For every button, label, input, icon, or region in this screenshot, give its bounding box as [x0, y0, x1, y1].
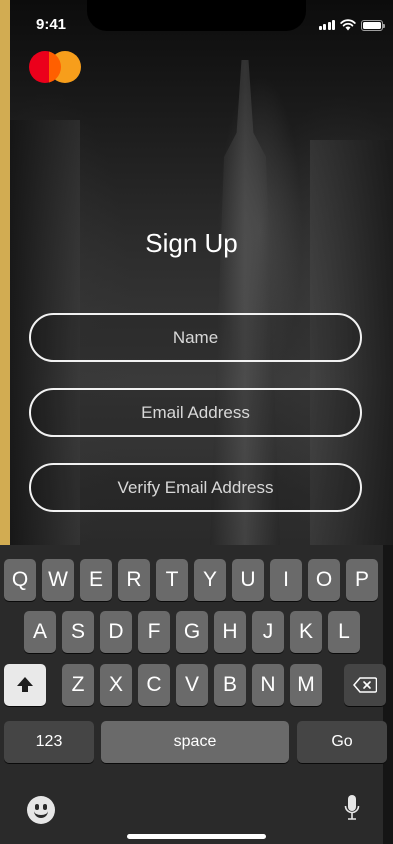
- home-indicator[interactable]: [127, 834, 266, 839]
- key-t[interactable]: T: [156, 559, 188, 601]
- name-field[interactable]: Name: [29, 313, 362, 362]
- key-l[interactable]: L: [328, 611, 360, 653]
- key-s[interactable]: S: [62, 611, 94, 653]
- key-j[interactable]: J: [252, 611, 284, 653]
- key-k[interactable]: K: [290, 611, 322, 653]
- battery-icon: [361, 19, 385, 31]
- email-field[interactable]: Email Address: [29, 388, 362, 437]
- key-x[interactable]: X: [100, 664, 132, 706]
- mastercard-logo: [29, 51, 81, 83]
- key-h[interactable]: H: [214, 611, 246, 653]
- keyboard: Q W E R T Y U I O P A S D F G H J K L Z …: [0, 545, 387, 844]
- key-q[interactable]: Q: [4, 559, 36, 601]
- page-title: Sign Up: [145, 228, 238, 258]
- shift-key[interactable]: [4, 664, 46, 706]
- signal-icon: [318, 20, 335, 30]
- key-p[interactable]: P: [346, 559, 378, 601]
- backspace-key[interactable]: [344, 664, 386, 706]
- verify-email-field[interactable]: Verify Email Address: [29, 463, 362, 512]
- key-g[interactable]: G: [176, 611, 208, 653]
- status-icons: [318, 19, 385, 31]
- key-c[interactable]: C: [138, 664, 170, 706]
- key-n[interactable]: N: [252, 664, 284, 706]
- key-r[interactable]: R: [118, 559, 150, 601]
- key-b[interactable]: B: [214, 664, 246, 706]
- space-key[interactable]: space: [101, 721, 289, 763]
- key-o[interactable]: O: [308, 559, 340, 601]
- microphone-icon[interactable]: [344, 794, 360, 824]
- key-u[interactable]: U: [232, 559, 264, 601]
- backspace-icon: [353, 677, 378, 693]
- notch: [87, 0, 306, 31]
- key-w[interactable]: W: [42, 559, 74, 601]
- key-z[interactable]: Z: [62, 664, 94, 706]
- numbers-key[interactable]: 123: [4, 721, 94, 763]
- emoji-icon[interactable]: [27, 796, 55, 824]
- go-key[interactable]: Go: [297, 721, 387, 763]
- key-m[interactable]: M: [290, 664, 322, 706]
- status-time: 9:41: [36, 16, 67, 33]
- key-a[interactable]: A: [24, 611, 56, 653]
- key-v[interactable]: V: [176, 664, 208, 706]
- key-e[interactable]: E: [80, 559, 112, 601]
- key-f[interactable]: F: [138, 611, 170, 653]
- key-y[interactable]: Y: [194, 559, 226, 601]
- key-d[interactable]: D: [100, 611, 132, 653]
- shift-icon: [17, 677, 33, 692]
- key-i[interactable]: I: [270, 559, 302, 601]
- wifi-icon: [340, 19, 356, 31]
